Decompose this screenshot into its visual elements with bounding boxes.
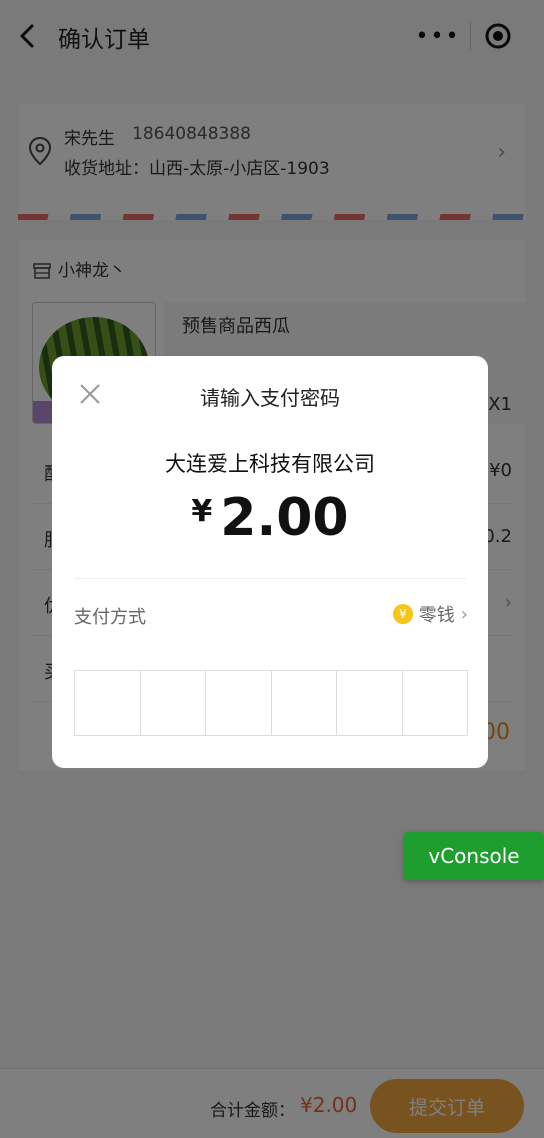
payment-amount: ¥2.00 xyxy=(52,488,488,548)
coin-icon: ¥ xyxy=(392,604,413,624)
password-digit-cell[interactable] xyxy=(75,671,141,735)
vconsole-button[interactable]: vConsole xyxy=(404,832,544,880)
dialog-title: 请输入支付密码 xyxy=(200,386,340,410)
divider xyxy=(74,578,466,579)
pay-method-selector[interactable]: ¥ 零钱 › xyxy=(392,601,468,627)
password-digit-cell[interactable] xyxy=(272,671,337,735)
password-input[interactable] xyxy=(74,670,468,736)
password-digit-cell[interactable] xyxy=(206,671,272,735)
amount-value: 2.00 xyxy=(220,488,349,548)
currency-symbol: ¥ xyxy=(191,494,213,529)
password-digit-cell[interactable] xyxy=(337,671,403,735)
payment-password-dialog: 请输入支付密码 大连爱上科技有限公司 ¥2.00 支付方式 ¥ 零钱 › xyxy=(52,356,488,768)
password-digit-cell[interactable] xyxy=(403,671,468,735)
merchant-name: 大连爱上科技有限公司 xyxy=(165,452,375,476)
password-digit-cell[interactable] xyxy=(141,671,206,735)
pay-method-value: 零钱 xyxy=(418,605,455,626)
chevron-right-icon: › xyxy=(460,603,468,625)
pay-method-label: 支付方式 xyxy=(74,607,146,628)
